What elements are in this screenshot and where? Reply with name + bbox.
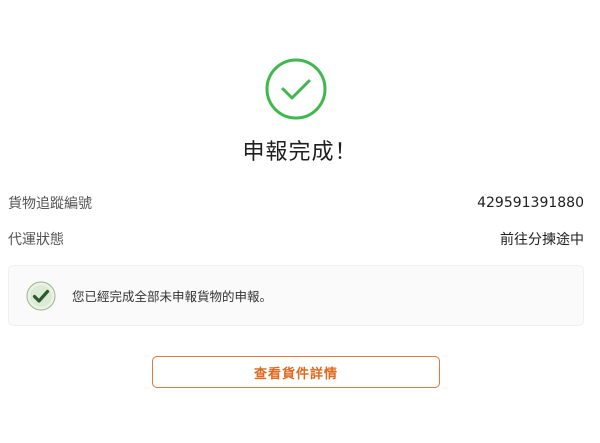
check-badge-icon — [26, 281, 56, 310]
page-title: 申報完成！ — [242, 140, 358, 165]
check-circle-icon — [265, 58, 327, 120]
notice-box: 您已經完成全部未申報貨物的申報。 — [8, 265, 584, 326]
notice-text: 您已經完成全部未申報貨物的申報。 — [72, 289, 273, 304]
tracking-number-label: 貨物追蹤編號 — [8, 196, 92, 212]
tracking-number-row: 貨物追蹤編號 429591391880 — [8, 193, 584, 213]
shipping-status-row: 代運狀態 前往分揀途中 — [8, 229, 584, 249]
shipping-status-label: 代運狀態 — [8, 232, 64, 248]
tracking-number-value: 429591391880 — [477, 195, 584, 211]
declaration-complete-page: 申報完成！ 貨物追蹤編號 429591391880 代運狀態 前往分揀途中 您已… — [0, 0, 600, 443]
shipping-status-value: 前往分揀途中 — [500, 232, 584, 248]
view-shipment-details-button[interactable]: 查看貨件詳情 — [152, 356, 440, 388]
